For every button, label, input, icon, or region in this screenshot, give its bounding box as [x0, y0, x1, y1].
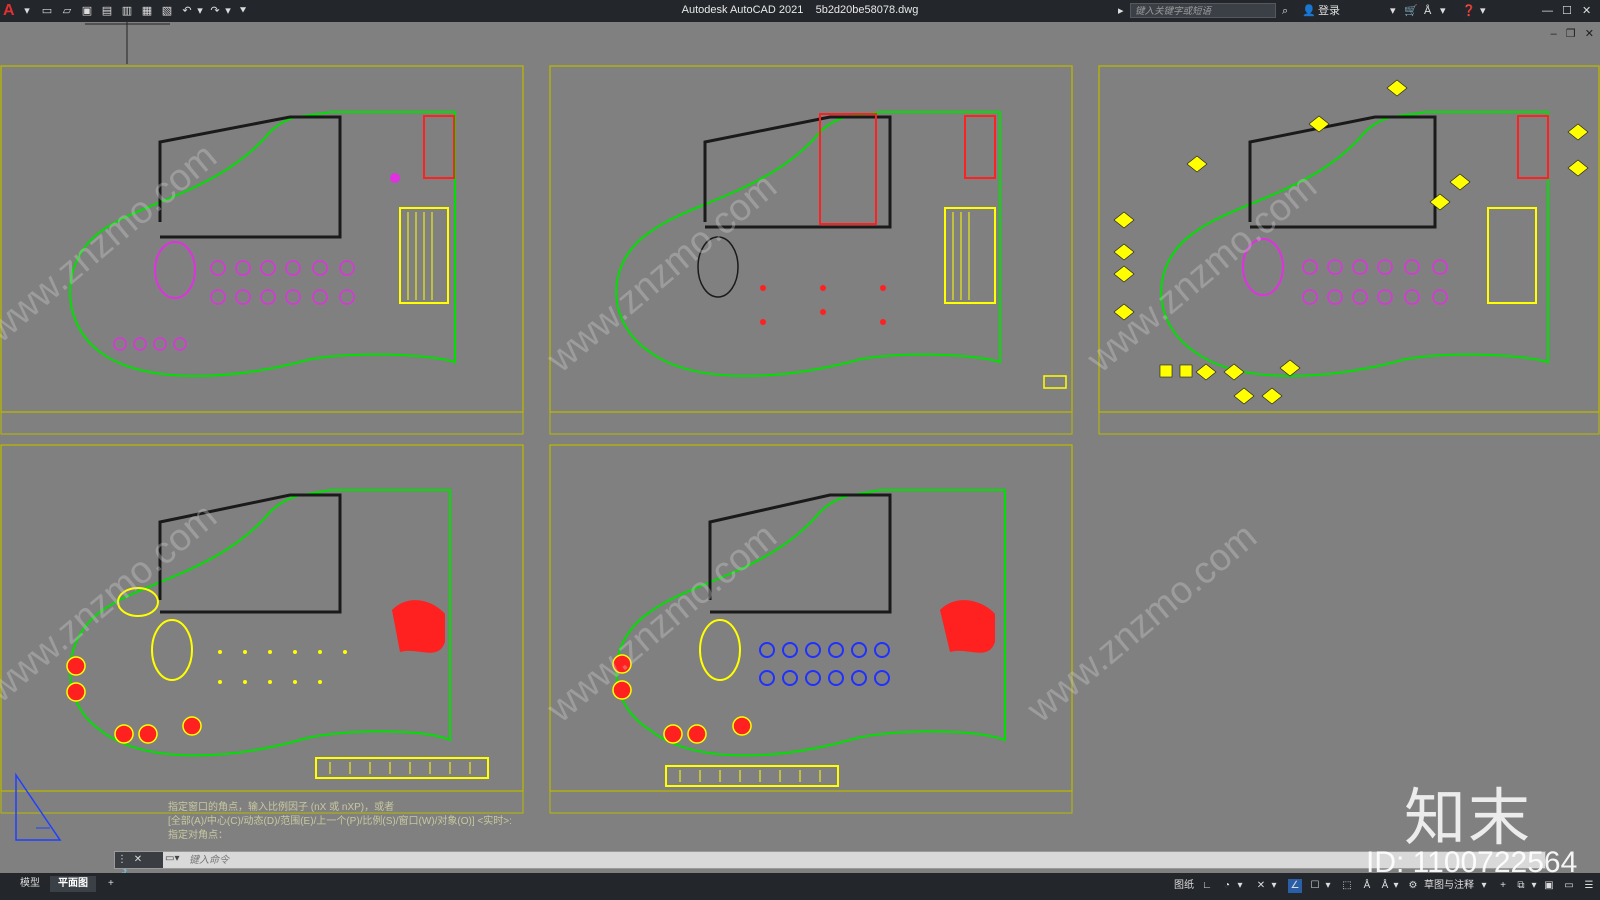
doc-close-icon[interactable]: ✕ [1585, 28, 1594, 40]
osnap-dropdown-icon[interactable]: ▾ [1324, 879, 1332, 893]
command-input[interactable] [187, 852, 1531, 868]
app-name: Autodesk AutoCAD 2021 [681, 4, 804, 16]
close-icon[interactable]: ✕ [1582, 3, 1591, 19]
isometric-icon[interactable]: ✕ [1254, 879, 1268, 893]
a360-icon[interactable]: Å [1424, 3, 1431, 19]
search-input[interactable]: 键入关键字或短语 [1130, 3, 1276, 18]
ortho-icon[interactable]: ∟ [1200, 879, 1214, 893]
sign-in-button[interactable]: 登录 [1318, 3, 1340, 19]
a360-dropdown-icon[interactable]: ▾ [1440, 3, 1446, 19]
command-line-controls: ⋮ ✕ 🔧 [115, 852, 163, 881]
workspace-dropdown-icon[interactable]: ▾ [1480, 879, 1488, 893]
minimize-icon[interactable]: — [1542, 3, 1553, 19]
isometric-dropdown-icon[interactable]: ▾ [1270, 879, 1278, 893]
document-window-controls: – ❐ ✕ [1545, 27, 1594, 40]
file-name: 5b2d20be58078.dwg [815, 4, 919, 16]
units-dropdown-icon[interactable]: ▾ [1530, 879, 1538, 893]
paper-space-button[interactable]: 图纸 [1174, 879, 1194, 893]
command-history-line: 指定对角点： [168, 830, 228, 841]
user-icon[interactable]: 👤 [1302, 3, 1316, 19]
command-history-line: 指定窗口的角点，输入比例因子 (nX 或 nXP)，或者 [168, 802, 395, 813]
annotation-monitor-icon[interactable]: + [1496, 879, 1510, 893]
quick-properties-icon[interactable]: ▣ [1542, 879, 1556, 893]
sheet-4[interactable] [0, 444, 524, 814]
recent-commands-icon[interactable]: ▭▾ [165, 853, 179, 864]
customization-menu-icon[interactable]: ☰ [1582, 879, 1596, 893]
ucs-icon [15, 772, 62, 841]
tab-model[interactable]: 模型 [12, 876, 48, 892]
sheet-1[interactable] [0, 65, 524, 435]
help-dropdown-icon[interactable]: ▾ [1480, 3, 1486, 19]
status-bar: 模型 平面图 + 图纸 ∟ ◔ ▾ ✕ ▾ ∠ ☐ ▾ ⬚ Å Å ▾ ⚙ 草图… [0, 873, 1600, 900]
sheet-3[interactable] [1098, 65, 1600, 435]
object-snap-icon[interactable]: ☐ [1308, 879, 1322, 893]
help-icon[interactable]: ❓ [1462, 3, 1476, 19]
selection-cycling-icon[interactable]: ⬚ [1340, 879, 1354, 893]
brand-watermark: 知末 [1404, 781, 1533, 854]
command-history: 指定窗口的角点，输入比例因子 (nX 或 nXP)，或者 [全部(A)/中心(C… [168, 801, 618, 843]
search-icon[interactable]: ⌕ [1282, 3, 1288, 19]
object-snap-tracking-icon[interactable]: ∠ [1288, 879, 1302, 893]
clean-screen-icon[interactable]: ▭ [1562, 879, 1576, 893]
search-expand-icon[interactable]: ▸ [1118, 3, 1124, 19]
sheet-5[interactable] [549, 444, 1073, 814]
cart-icon[interactable]: 🛒 [1404, 3, 1418, 19]
signin-dropdown-icon[interactable]: ▾ [1390, 3, 1396, 19]
window-title: Autodesk AutoCAD 2021 5b2d20be58078.dwg [0, 4, 1600, 16]
tab-add-layout[interactable]: + [100, 876, 122, 892]
units-icon[interactable]: ⧉ [1514, 879, 1528, 893]
command-history-line: [全部(A)/中心(C)/动态(D)/范围(E)/上一个(P)/比例(S)/窗口… [168, 816, 512, 827]
workspace-switch-button[interactable]: 草图与注释 [1424, 879, 1474, 893]
auto-scale-icon[interactable]: Å [1378, 879, 1392, 893]
command-line[interactable]: ⋮ ✕ 🔧 ▭▾ [114, 851, 1546, 881]
polar-dropdown-icon[interactable]: ▾ [1236, 879, 1244, 893]
maximize-icon[interactable]: ☐ [1562, 3, 1572, 19]
workspace-gear-icon[interactable]: ⚙ [1406, 879, 1420, 893]
drawing-svg [0, 22, 1600, 841]
doc-minimize-icon[interactable]: – [1551, 28, 1557, 40]
command-close-icon[interactable]: ✕ [134, 854, 142, 865]
auto-scale-dropdown-icon[interactable]: ▾ [1392, 879, 1400, 893]
sheet-2[interactable] [549, 65, 1073, 435]
polar-tracking-icon[interactable]: ◔ [1220, 879, 1234, 893]
tab-layout-plan[interactable]: 平面图 [50, 876, 96, 892]
grip-icon[interactable]: ⋮ [117, 854, 127, 865]
doc-restore-icon[interactable]: ❐ [1566, 28, 1576, 40]
drawing-canvas[interactable]: www.znzmo.com www.znzmo.com www.znzmo.co… [0, 22, 1600, 852]
title-bar: A ▾ ▭ ▱ ▣ ▤ ▥ ▦ ▧ ↶ ▾ ↷ ▾ ⯆ Autodesk Aut… [0, 0, 1600, 22]
annotation-visibility-icon[interactable]: Å [1360, 879, 1374, 893]
